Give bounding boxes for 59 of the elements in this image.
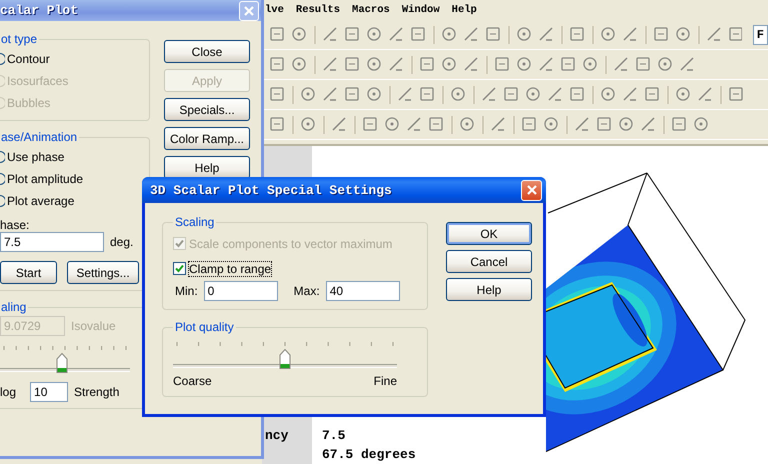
radio-button[interactable] bbox=[0, 173, 5, 185]
group-label: ase/Animation bbox=[0, 130, 78, 144]
close-icon bbox=[526, 184, 538, 196]
menu-item[interactable]: Help bbox=[450, 4, 478, 16]
window-title: calar Plot bbox=[0, 3, 78, 18]
dialog-button[interactable]: OK bbox=[446, 222, 532, 245]
group-label: aling bbox=[0, 300, 28, 314]
radio-label: Bubbles bbox=[7, 96, 50, 110]
slider-thumb[interactable] bbox=[280, 349, 290, 369]
max-field[interactable]: 40 bbox=[326, 281, 400, 301]
action-button[interactable]: Settings... bbox=[67, 261, 139, 284]
dialog-button[interactable]: Color Ramp... bbox=[164, 127, 250, 150]
phase-field[interactable]: 7.5 bbox=[0, 232, 104, 252]
checkbox-label: Clamp to range bbox=[189, 262, 272, 276]
scale-label: Fine bbox=[374, 374, 397, 388]
close-button[interactable] bbox=[521, 180, 542, 200]
window-title: 3D Scalar Plot Special Settings bbox=[150, 182, 392, 198]
strength-field[interactable]: 10 bbox=[30, 382, 68, 402]
dialog-button[interactable]: Close bbox=[164, 40, 250, 63]
slider-thumb[interactable] bbox=[56, 353, 68, 373]
field-label: Min: bbox=[175, 284, 198, 298]
menu-item[interactable]: Window bbox=[400, 4, 441, 16]
radio-button[interactable] bbox=[0, 195, 5, 207]
radio-label: Use phase bbox=[7, 150, 64, 164]
field-label: Max: bbox=[294, 284, 320, 298]
unit-label: deg. bbox=[110, 235, 134, 249]
menu-item[interactable]: Results bbox=[294, 4, 342, 16]
radio-button[interactable] bbox=[0, 151, 5, 163]
field-label: Strength bbox=[74, 385, 120, 399]
slider-track[interactable] bbox=[173, 349, 397, 370]
radio-button[interactable] bbox=[0, 53, 5, 65]
field-label: Isovalue bbox=[71, 319, 116, 333]
field-label: hase: bbox=[0, 218, 30, 232]
dialog-button[interactable]: Cancel bbox=[446, 250, 532, 273]
toolbar-field[interactable]: F bbox=[752, 24, 768, 44]
radio-label: Plot average bbox=[7, 194, 74, 208]
group-label: ot type bbox=[0, 32, 38, 46]
group-label: Plot quality bbox=[174, 320, 235, 334]
dialog-button[interactable]: Help bbox=[446, 278, 532, 301]
group-label: Scaling bbox=[174, 215, 216, 229]
close-icon bbox=[243, 4, 255, 16]
radio-label: Isosurfaces bbox=[7, 74, 68, 88]
property-label: ncy bbox=[264, 428, 290, 443]
menu-item[interactable]: lve bbox=[264, 4, 285, 16]
menu-item[interactable]: Macros bbox=[351, 4, 391, 16]
property-value: 67.5 degrees bbox=[321, 447, 416, 462]
dialog-button[interactable]: Specials... bbox=[164, 98, 250, 121]
slider-track[interactable] bbox=[0, 353, 130, 374]
checkbox[interactable] bbox=[173, 262, 186, 275]
property-value: 7.5 bbox=[321, 428, 346, 443]
action-button[interactable]: Start bbox=[0, 261, 57, 284]
scale-label: Coarse bbox=[173, 374, 212, 388]
checkbox-label: log bbox=[0, 385, 16, 399]
min-field[interactable]: 0 bbox=[204, 281, 278, 301]
checkbox-label: Scale components to vector maximum bbox=[189, 236, 392, 250]
close-button[interactable] bbox=[239, 0, 259, 20]
dialog-button[interactable]: Help bbox=[164, 156, 250, 179]
radio-label: Plot amplitude bbox=[7, 172, 84, 186]
radio-label: Contour bbox=[7, 52, 50, 66]
